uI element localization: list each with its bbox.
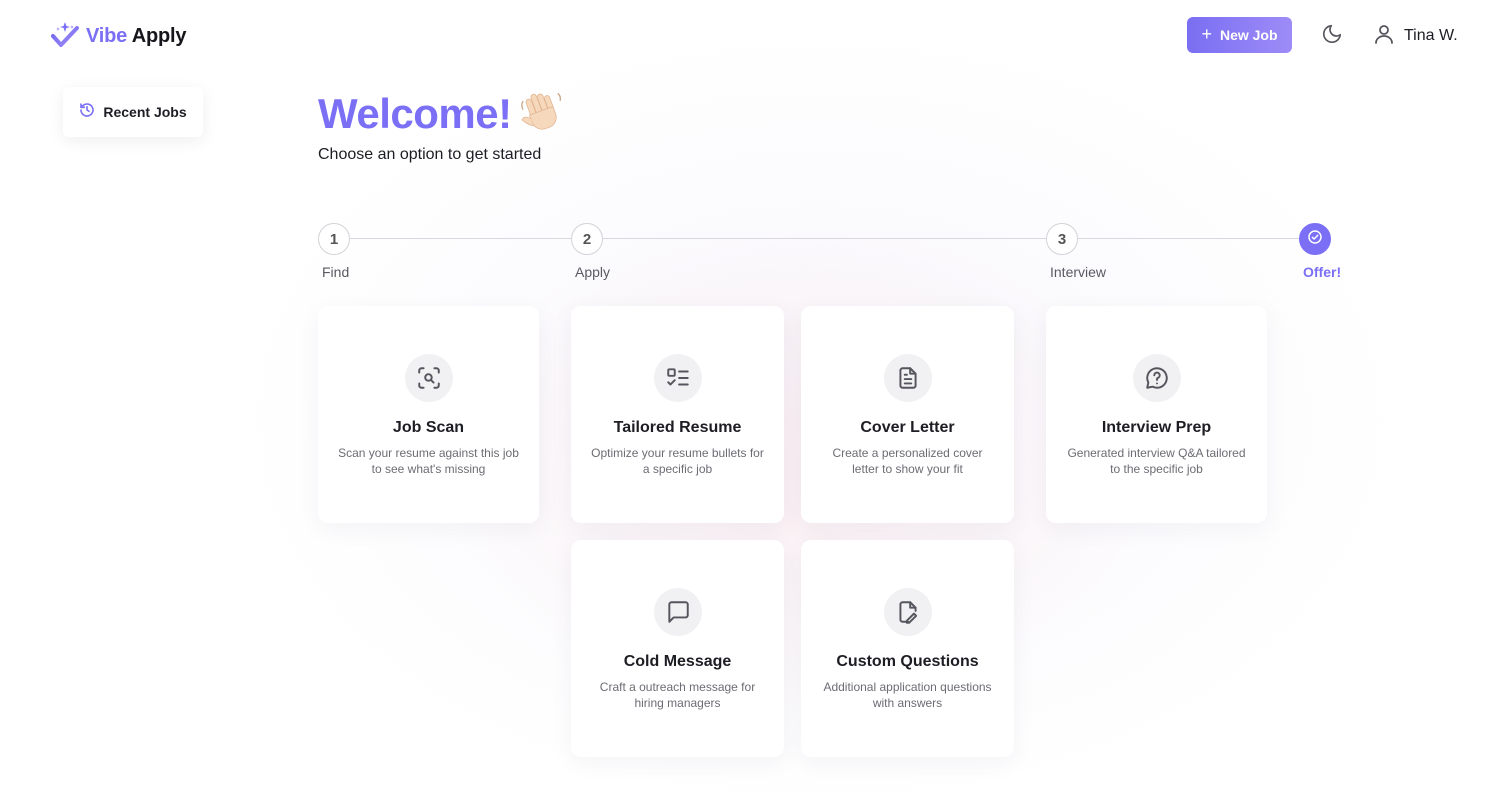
card-title: Cover Letter [860,419,955,436]
card-cold-message[interactable]: Cold Message Craft a outreach message fo… [571,540,784,757]
card-custom-questions[interactable]: Custom Questions Additional application … [801,540,1014,757]
user-name: Tina W. [1404,27,1458,44]
step-connector [350,238,571,239]
page-title: Welcome! [318,89,512,137]
card-title: Job Scan [392,419,465,436]
check-circle-icon [1307,229,1323,249]
brand-name-part2: Apply [131,24,187,47]
waving-hand-icon [518,88,564,139]
card-description: Craft a outreach message for hiring mana… [599,680,756,710]
new-job-label: New Job [1219,27,1278,43]
page-subtitle: Choose an option to get started [318,146,542,163]
step-label-apply: Apply [575,264,611,280]
new-job-button[interactable]: + New Job [1187,17,1292,53]
step-number: 1 [329,230,339,248]
step-3-circle: 3 [1046,223,1078,255]
step-connector [1078,238,1299,239]
card-cover-letter[interactable]: Cover Letter Create a personalized cover… [801,306,1014,523]
step-4-circle [1299,223,1331,255]
step-label-offer: Offer! [1303,264,1342,280]
user-icon [1372,22,1396,51]
question-bubble-icon [1132,354,1181,402]
sparkle-check-icon [50,21,80,51]
step-1-circle: 1 [318,223,350,255]
card-description: Generated interview Q&A tailored to the … [1067,446,1246,476]
step-label-find: Find [322,264,350,280]
step-number: 3 [1057,230,1067,248]
card-title: Tailored Resume [613,419,742,436]
card-title: Custom Questions [836,653,979,670]
card-title: Cold Message [623,653,732,670]
card-description: Additional application questions with an… [823,680,992,710]
card-description: Scan your resume against this job to see… [338,446,519,476]
card-tailored-resume[interactable]: Tailored Resume Optimize your resume bul… [571,306,784,523]
moon-icon [1321,23,1343,50]
card-interview-prep[interactable]: Interview Prep Generated interview Q&A t… [1046,306,1267,523]
document-icon [883,354,932,402]
recent-jobs-button[interactable]: Recent Jobs [63,87,203,137]
brand-name-part1: Vibe [86,24,128,47]
card-description: Create a personalized cover letter to sh… [832,446,983,476]
card-description: Optimize your resume bullets for a speci… [591,446,764,476]
brand-logo[interactable]: Vibe Apply [50,20,186,52]
step-2-circle: 2 [571,223,603,255]
step-number: 2 [582,230,592,248]
user-menu[interactable]: Tina W. [1372,20,1458,52]
history-icon [79,102,95,123]
card-job-scan[interactable]: Job Scan Scan your resume against this j… [318,306,539,523]
plus-icon: + [1201,24,1212,44]
message-icon [653,588,702,636]
checklist-icon [653,354,702,402]
recent-jobs-label: Recent Jobs [103,104,187,120]
step-connector [603,238,1046,239]
brand-name: Vibe Apply [86,25,186,48]
card-title: Interview Prep [1101,419,1212,436]
welcome-heading: Welcome! [318,88,564,139]
dark-mode-toggle[interactable] [1318,22,1346,50]
scan-search-icon [404,354,453,402]
step-label-interview: Interview [1050,264,1107,280]
file-pen-icon [883,588,932,636]
